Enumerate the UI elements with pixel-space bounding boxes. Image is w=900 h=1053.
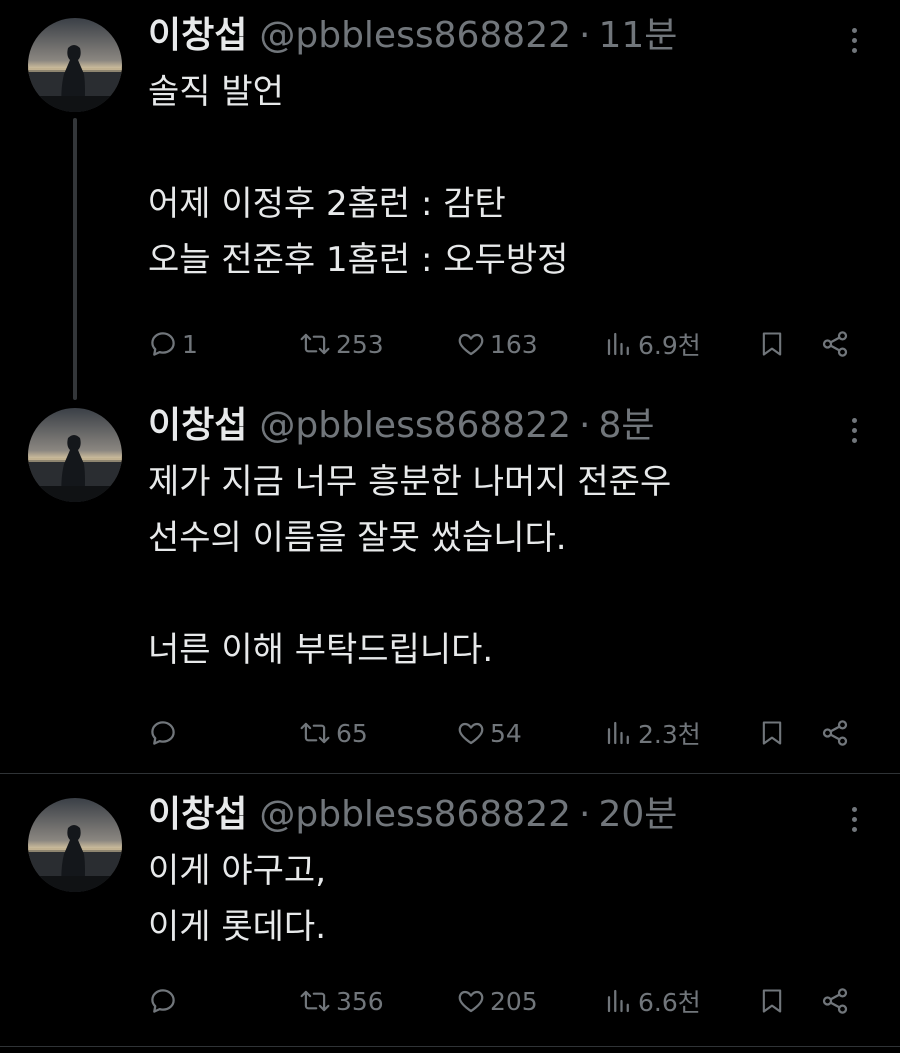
author-handle[interactable]: @pbbless868822 xyxy=(259,793,571,837)
separator: · xyxy=(579,405,591,446)
retweet-count: 65 xyxy=(336,718,368,748)
bookmark-button[interactable] xyxy=(758,981,786,1021)
views-icon xyxy=(607,332,629,356)
views-count: 6.9천 xyxy=(638,331,701,360)
tweet-text: 솔직 발언 어제 이정후 2홈런 : 감탄 오늘 전준후 1홈런 : 오두방정 xyxy=(148,64,868,288)
share-button[interactable] xyxy=(820,324,850,364)
views-count: 2.3천 xyxy=(638,720,701,749)
tweet-line: 이게 롯데다. xyxy=(148,907,327,947)
tweet-line: 제가 지금 너무 흥분한 나머지 전준우 xyxy=(148,462,672,502)
share-icon xyxy=(822,988,848,1014)
retweet-icon xyxy=(300,990,330,1012)
divider xyxy=(0,1046,900,1047)
reply-icon xyxy=(151,332,175,356)
like-icon xyxy=(458,722,484,745)
reply-button[interactable] xyxy=(148,713,182,753)
bookmark-icon xyxy=(762,989,782,1013)
reply-icon xyxy=(151,989,175,1013)
tweet-line: 너른 이해 부탁드립니다. xyxy=(148,630,494,670)
avatar[interactable] xyxy=(28,18,122,112)
author-handle[interactable]: @pbbless868822 xyxy=(259,14,571,58)
bookmark-icon xyxy=(762,332,782,356)
tweet-line xyxy=(148,120,868,176)
tweet-actions: 65 54 2.3천 xyxy=(148,713,868,753)
tweet-actions: 356 205 6.6천 xyxy=(148,981,868,1021)
author-handle[interactable]: @pbbless868822 xyxy=(259,404,571,448)
tweet-line: 이게 야구고, xyxy=(148,851,327,891)
tweet-line: 어제 이정후 2홈런 : 감탄 xyxy=(148,184,506,224)
like-count: 163 xyxy=(490,329,538,359)
retweet-button[interactable]: 356 xyxy=(298,981,384,1021)
retweet-count: 253 xyxy=(336,329,384,359)
author-name[interactable]: 이창섭 xyxy=(148,14,247,58)
tweet-header: 이창섭 @pbbless868822 · 11분 xyxy=(148,14,677,58)
views-count: 6.6천 xyxy=(638,988,701,1017)
separator: · xyxy=(579,15,591,56)
like-button[interactable]: 163 xyxy=(456,324,538,364)
tweet-line xyxy=(148,566,868,622)
author-name[interactable]: 이창섭 xyxy=(148,793,247,837)
views-icon xyxy=(607,721,629,745)
timestamp[interactable]: 8분 xyxy=(598,404,654,448)
retweet-icon xyxy=(300,333,330,355)
tweet-header: 이창섭 @pbbless868822 · 8분 xyxy=(148,404,655,448)
bookmark-button[interactable] xyxy=(758,713,786,753)
separator: · xyxy=(579,794,591,835)
views-button[interactable]: 6.9천 xyxy=(604,324,701,364)
tweet-line: 오늘 전준후 1홈런 : 오두방정 xyxy=(148,240,569,280)
share-icon xyxy=(822,720,848,746)
tweet[interactable]: 이창섭 @pbbless868822 · 8분 제가 지금 너무 흥분한 나머지… xyxy=(0,388,900,773)
more-icon[interactable] xyxy=(844,20,864,60)
more-icon[interactable] xyxy=(844,410,864,450)
share-button[interactable] xyxy=(820,981,850,1021)
reply-count: 1 xyxy=(182,329,198,359)
avatar[interactable] xyxy=(28,408,122,502)
tweet-header: 이창섭 @pbbless868822 · 20분 xyxy=(148,793,677,837)
bookmark-button[interactable] xyxy=(758,324,786,364)
bookmark-icon xyxy=(762,721,782,745)
like-button[interactable]: 205 xyxy=(456,981,538,1021)
like-icon xyxy=(458,333,484,356)
avatar[interactable] xyxy=(28,798,122,892)
tweet-actions: 1 253 163 6.9천 xyxy=(148,324,868,364)
tweet-line: 선수의 이름을 잘못 썼습니다. xyxy=(148,518,567,558)
share-button[interactable] xyxy=(820,713,850,753)
timestamp[interactable]: 20분 xyxy=(598,793,677,837)
reply-button[interactable]: 1 xyxy=(148,324,198,364)
tweet-feed: 이창섭 @pbbless868822 · 11분 솔직 발언 어제 이정후 2홈… xyxy=(0,0,900,1053)
tweet-line: 솔직 발언 xyxy=(148,72,284,112)
reply-icon xyxy=(151,721,175,745)
retweet-icon xyxy=(300,722,330,744)
like-button[interactable]: 54 xyxy=(456,713,522,753)
retweet-button[interactable]: 253 xyxy=(298,324,384,364)
more-icon[interactable] xyxy=(844,799,864,839)
share-icon xyxy=(822,331,848,357)
tweet[interactable]: 이창섭 @pbbless868822 · 20분 이게 야구고, 이게 롯데다.… xyxy=(0,773,900,1053)
views-icon xyxy=(607,989,629,1013)
tweet-text: 제가 지금 너무 흥분한 나머지 전준우 선수의 이름을 잘못 썼습니다. 너른… xyxy=(148,454,868,678)
retweet-button[interactable]: 65 xyxy=(298,713,368,753)
tweet-text: 이게 야구고, 이게 롯데다. xyxy=(148,843,868,955)
like-icon xyxy=(458,990,484,1013)
tweet[interactable]: 이창섭 @pbbless868822 · 11분 솔직 발언 어제 이정후 2홈… xyxy=(0,0,900,388)
reply-button[interactable] xyxy=(148,981,182,1021)
views-button[interactable]: 6.6천 xyxy=(604,981,701,1021)
like-count: 54 xyxy=(490,718,522,748)
author-name[interactable]: 이창섭 xyxy=(148,404,247,448)
timestamp[interactable]: 11분 xyxy=(598,14,677,58)
views-button[interactable]: 2.3천 xyxy=(604,713,701,753)
like-count: 205 xyxy=(490,986,538,1016)
retweet-count: 356 xyxy=(336,986,384,1016)
